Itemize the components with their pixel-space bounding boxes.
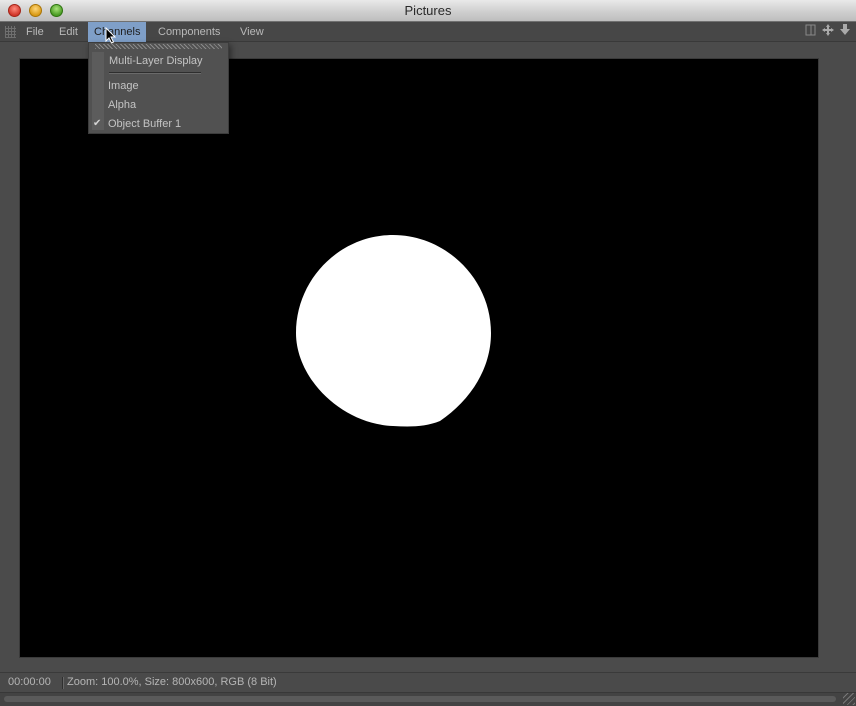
window-title: Pictures	[404, 3, 452, 18]
menu-edit[interactable]: Edit	[53, 22, 84, 42]
picture-viewport[interactable]	[0, 42, 856, 672]
menu-channels[interactable]: Channels	[88, 22, 147, 42]
toolbar-icons	[804, 24, 852, 40]
menu-file[interactable]: File	[20, 22, 50, 42]
menu-separator	[109, 72, 201, 74]
white-circle-shape	[296, 235, 491, 427]
menu-item-alpha[interactable]: Alpha	[108, 98, 136, 112]
layout-icon[interactable]	[804, 24, 818, 40]
image-info: Zoom: 100.0%, Size: 800x600, RGB (8 Bit)	[67, 676, 277, 688]
title-bar[interactable]: Pictures	[0, 0, 856, 22]
menu-view[interactable]: View	[234, 22, 270, 42]
resize-grip-icon[interactable]	[843, 693, 855, 705]
menu-bar: File Edit Channels Components View	[0, 22, 856, 42]
menu-item-image[interactable]: Image	[108, 79, 139, 93]
menu-item-object-buffer-1[interactable]: Object Buffer 1	[108, 117, 181, 131]
horizontal-scrollbar[interactable]	[0, 692, 856, 706]
status-bar: 00:00:00 Zoom: 100.0%, Size: 800x600, RG…	[0, 672, 856, 692]
menu-item-multi-layer-display[interactable]: Multi-Layer Display	[109, 54, 203, 68]
download-icon[interactable]	[838, 24, 852, 40]
channels-dropdown-menu: Multi-Layer Display Image Alpha ✔ Object…	[88, 42, 229, 134]
menu-components[interactable]: Components	[152, 22, 226, 42]
move-icon[interactable]	[821, 24, 835, 40]
rendered-image	[19, 58, 819, 658]
status-divider	[62, 677, 64, 689]
mouse-cursor-icon	[105, 27, 117, 44]
menu-grip-icon[interactable]	[5, 26, 16, 38]
checkmark-icon: ✔	[93, 118, 102, 129]
scrollbar-thumb[interactable]	[4, 696, 836, 702]
pictures-window: Pictures File Edit Channels Components V…	[0, 0, 856, 706]
render-time: 00:00:00	[8, 676, 51, 688]
